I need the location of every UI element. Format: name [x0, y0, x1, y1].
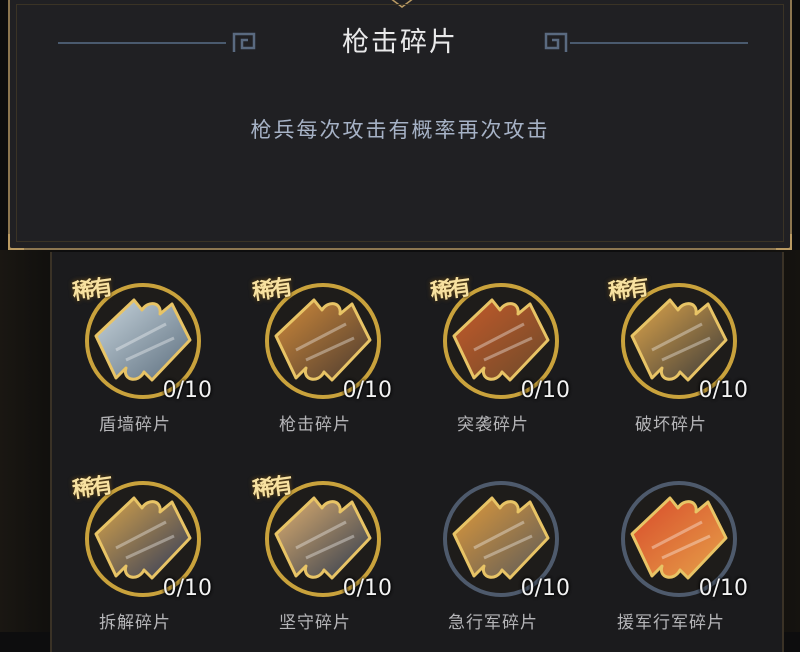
fragment-item[interactable]: 稀有 0/10 坚守碎片: [240, 458, 392, 648]
fragment-item[interactable]: 0/10 急行军碎片: [418, 458, 570, 648]
fragment-name: 突袭碎片: [457, 415, 529, 435]
title-divider-right: [570, 42, 748, 44]
fragment-count: 0/10: [520, 576, 570, 601]
fragment-name: 拆解碎片: [99, 613, 171, 633]
fragment-name: 破坏碎片: [635, 415, 707, 435]
fragment-name: 坚守碎片: [279, 613, 351, 633]
rare-badge: 稀有: [70, 472, 112, 504]
fragment-name: 急行军碎片: [448, 613, 538, 633]
fragment-item[interactable]: 稀有 0/10 盾墙碎片: [60, 260, 212, 450]
fragment-description: 枪兵每次攻击有概率再次攻击: [250, 118, 550, 142]
rare-badge: 稀有: [250, 274, 292, 306]
rare-badge: 稀有: [250, 472, 292, 504]
fragment-name: 枪击碎片: [279, 415, 351, 435]
fragment-item[interactable]: 稀有 0/10 拆解碎片: [60, 458, 212, 648]
panel-title: 枪击碎片: [342, 27, 458, 58]
rare-badge: 稀有: [606, 274, 648, 306]
fragment-count: 0/10: [342, 576, 392, 601]
fragment-detail-panel: 枪击碎片 枪兵每次攻击有概率再次攻击: [8, 0, 792, 250]
fragment-item[interactable]: 0/10 援军行军碎片: [596, 458, 748, 648]
fragment-item[interactable]: 稀有 0/10 枪击碎片: [240, 260, 392, 450]
fragment-name: 盾墙碎片: [99, 415, 171, 435]
corner-ornament: [776, 234, 792, 250]
title-bar: 枪击碎片: [10, 12, 790, 58]
rare-badge: 稀有: [428, 274, 470, 306]
fragment-count: 0/10: [520, 378, 570, 403]
fragment-count: 0/10: [162, 576, 212, 601]
fragment-count: 0/10: [162, 378, 212, 403]
rare-badge: 稀有: [70, 274, 112, 306]
fragment-count: 0/10: [342, 378, 392, 403]
fragment-item[interactable]: 稀有 0/10 突袭碎片: [418, 260, 570, 450]
fragment-item[interactable]: 稀有 0/10 破坏碎片: [596, 260, 748, 450]
panel-notch-ornament: [391, 0, 413, 8]
corner-ornament: [8, 234, 24, 250]
fragment-count: 0/10: [698, 576, 748, 601]
key-pattern-ornament-right: [544, 32, 568, 52]
fragment-count: 0/10: [698, 378, 748, 403]
fragment-name: 援军行军碎片: [617, 613, 725, 633]
